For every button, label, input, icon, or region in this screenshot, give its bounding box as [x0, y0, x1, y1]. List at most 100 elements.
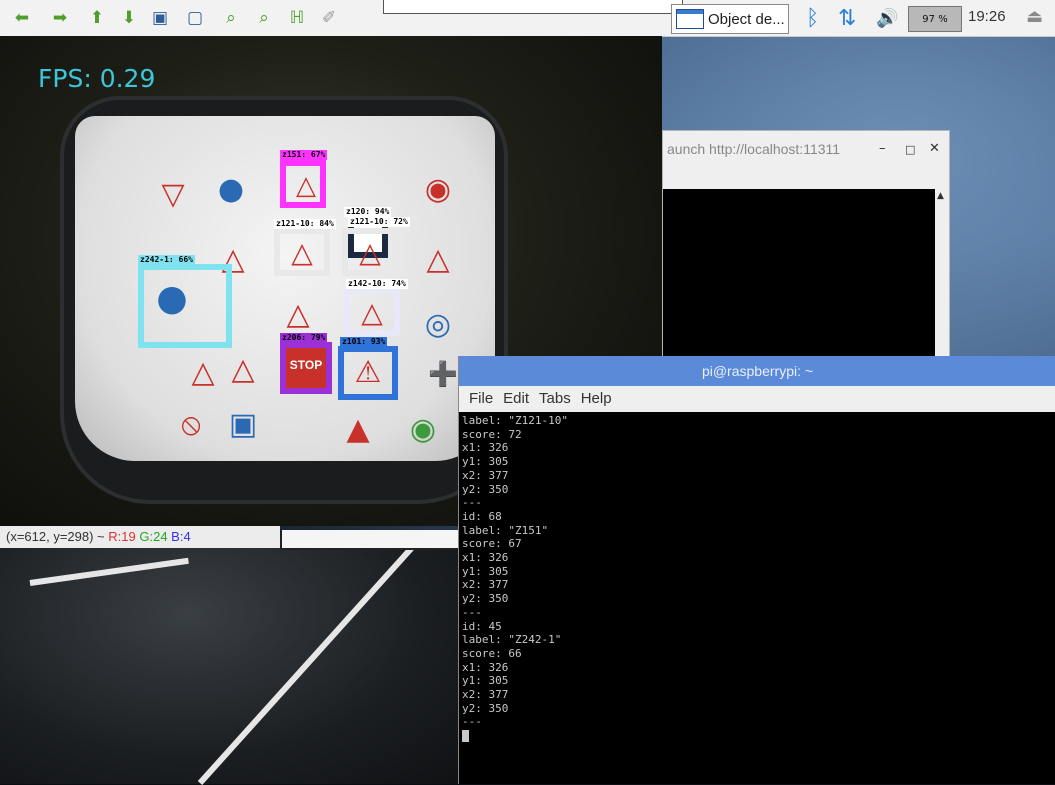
battery-label: 97 % — [922, 13, 948, 25]
zoom-in-icon[interactable]: ⌕ — [221, 8, 241, 28]
sign-icon: ▽ — [161, 176, 185, 212]
terminal-line: x1: 326 — [462, 551, 509, 565]
brush-icon[interactable]: ✐ — [319, 8, 339, 28]
terminal-line: x2: 377 — [462, 578, 509, 592]
sign-icon: ◉ — [409, 411, 437, 447]
image-status-bar: (x=612, y=298) ~ R:19 G:24 B:4 — [0, 526, 280, 548]
terminal-line: x2: 377 — [462, 468, 509, 482]
sign-icon: ◉ — [424, 171, 452, 207]
taskbar-item-label: Object de... — [708, 10, 785, 28]
toolbar-dropdown — [383, 0, 683, 14]
sign-icon: △ — [291, 235, 313, 269]
clock[interactable]: 19:26 — [968, 8, 1006, 25]
sign-icon: △ — [359, 235, 381, 269]
detection-box: ⚠ — [338, 346, 398, 400]
terminal-line: y2: 350 — [462, 482, 509, 496]
arrow-right-icon[interactable]: ➡ — [50, 8, 70, 28]
roslaunch-window: aunch http://localhost:11311 – □ ✕ ▲ — [662, 130, 950, 358]
save-icon[interactable]: ℍ — [287, 8, 307, 28]
maximize-button[interactable]: □ — [905, 143, 915, 156]
terminal-line: score: 66 — [462, 646, 522, 660]
terminal-line: x1: 326 — [462, 660, 509, 674]
sign-icon: △ — [231, 351, 255, 387]
detection-box: ● — [138, 264, 232, 348]
stop-sign-text: STOP — [289, 358, 323, 372]
fps-counter: FPS: 0.29 — [38, 64, 156, 93]
sign-icon: △ — [426, 241, 450, 277]
scroll-up-icon[interactable]: ▲ — [937, 191, 944, 201]
top-panel: ⬅ ➡ ⬆ ⬇ ▣ ▢ ⌕ ⌕ ℍ ✐ Object de... ᛒ ⇅ 🔊 9… — [0, 0, 1055, 37]
terminal-line: y1: 305 — [462, 564, 509, 578]
cursor-position: (x=612, y=298) ~ — [6, 529, 109, 544]
detection-label: z120: 94% — [344, 207, 392, 217]
fit-icon[interactable]: ▢ — [185, 8, 205, 28]
sign-icon: △ — [286, 296, 310, 332]
image-icon[interactable]: ▣ — [150, 8, 170, 28]
arrow-left-icon[interactable]: ⬅ — [12, 8, 32, 28]
sign-icon: ▲ — [346, 411, 370, 447]
terminal-line: id: 68 — [462, 509, 502, 523]
road-marking — [29, 557, 189, 586]
detection-label: z142-10: 74% — [346, 279, 408, 289]
battery-indicator[interactable]: 97 % — [908, 6, 962, 32]
roslaunch-scrollbar[interactable]: ▲ — [935, 189, 949, 357]
arrow-down-icon[interactable]: ⬇ — [119, 8, 139, 28]
menu-file[interactable]: File — [469, 390, 493, 407]
sign-icon: △ — [361, 295, 383, 329]
detection-label: z206: 79% — [280, 333, 328, 343]
terminal-line: y2: 350 — [462, 701, 509, 715]
terminal-line: y1: 305 — [462, 455, 509, 469]
sign-icon: ● — [156, 277, 188, 319]
terminal-line: score: 67 — [462, 537, 522, 551]
eject-icon[interactable]: ⏏ — [1026, 6, 1043, 27]
pixel-green: G:24 — [139, 529, 168, 544]
menu-help[interactable]: Help — [581, 390, 612, 407]
terminal-line: y1: 305 — [462, 674, 509, 688]
pixel-blue: B:4 — [171, 529, 191, 544]
detection-box: △ — [274, 228, 330, 276]
sign-icon: ● — [217, 171, 245, 207]
terminal-line: x1: 326 — [462, 441, 509, 455]
terminal-line: label: "Z242-1" — [462, 633, 562, 647]
detection-box: △ — [280, 160, 326, 208]
terminal-title[interactable]: pi@raspberrypi: ~ — [459, 356, 1055, 386]
terminal-line: y2: 350 — [462, 592, 509, 606]
sign-icon: △ — [296, 171, 316, 201]
zoom-out-icon[interactable]: ⌕ — [254, 8, 274, 28]
taskbar-item-object-detection[interactable]: Object de... — [671, 4, 789, 34]
terminal-line: --- — [462, 715, 482, 729]
pixel-red: R:19 — [108, 529, 136, 544]
sign-icon: ▣ — [228, 406, 258, 442]
roslaunch-terminal[interactable] — [663, 189, 935, 357]
terminal-line: score: 72 — [462, 427, 522, 441]
detection-label: z151: 67% — [280, 150, 328, 160]
road-wallpaper — [0, 535, 470, 785]
terminal-cursor — [462, 729, 1052, 743]
terminal-line: label: "Z121-10" — [462, 414, 568, 427]
minimize-button[interactable]: – — [879, 141, 886, 156]
sign-icon: ⦸ — [181, 406, 201, 442]
detection-box: STOP — [280, 342, 332, 394]
detection-box: △ — [342, 228, 398, 276]
terminal-line: --- — [462, 605, 482, 619]
detection-label: z121-10: 84% — [274, 219, 336, 229]
detection-box: △ — [344, 288, 400, 336]
terminal-line: label: "Z151" — [462, 523, 549, 537]
terminal-output[interactable]: label: "Z121-10" score: 72 x1: 326 y1: 305 x… — [462, 414, 1052, 784]
terminal-menubar: File Edit Tabs Help — [459, 386, 1055, 412]
menu-edit[interactable]: Edit — [503, 390, 529, 407]
bluetooth-icon[interactable]: ᛒ — [806, 6, 819, 31]
close-button[interactable]: ✕ — [929, 141, 940, 156]
terminal-line: x2: 377 — [462, 688, 509, 702]
roslaunch-title-text: aunch http://localhost:11311 — [667, 141, 841, 157]
sign-icon: ◎ — [424, 306, 452, 342]
terminal-line: --- — [462, 496, 482, 510]
volume-icon[interactable]: 🔊 — [876, 8, 898, 29]
detection-label: z101: 93% — [340, 337, 388, 347]
terminal-window: pi@raspberrypi: ~ File Edit Tabs Help label… — [458, 356, 1055, 784]
network-icon[interactable]: ⇅ — [838, 6, 856, 31]
window-icon — [676, 9, 704, 29]
sign-icon: ⚠ — [354, 354, 382, 390]
arrow-up-icon[interactable]: ⬆ — [87, 8, 107, 28]
menu-tabs[interactable]: Tabs — [539, 390, 571, 407]
